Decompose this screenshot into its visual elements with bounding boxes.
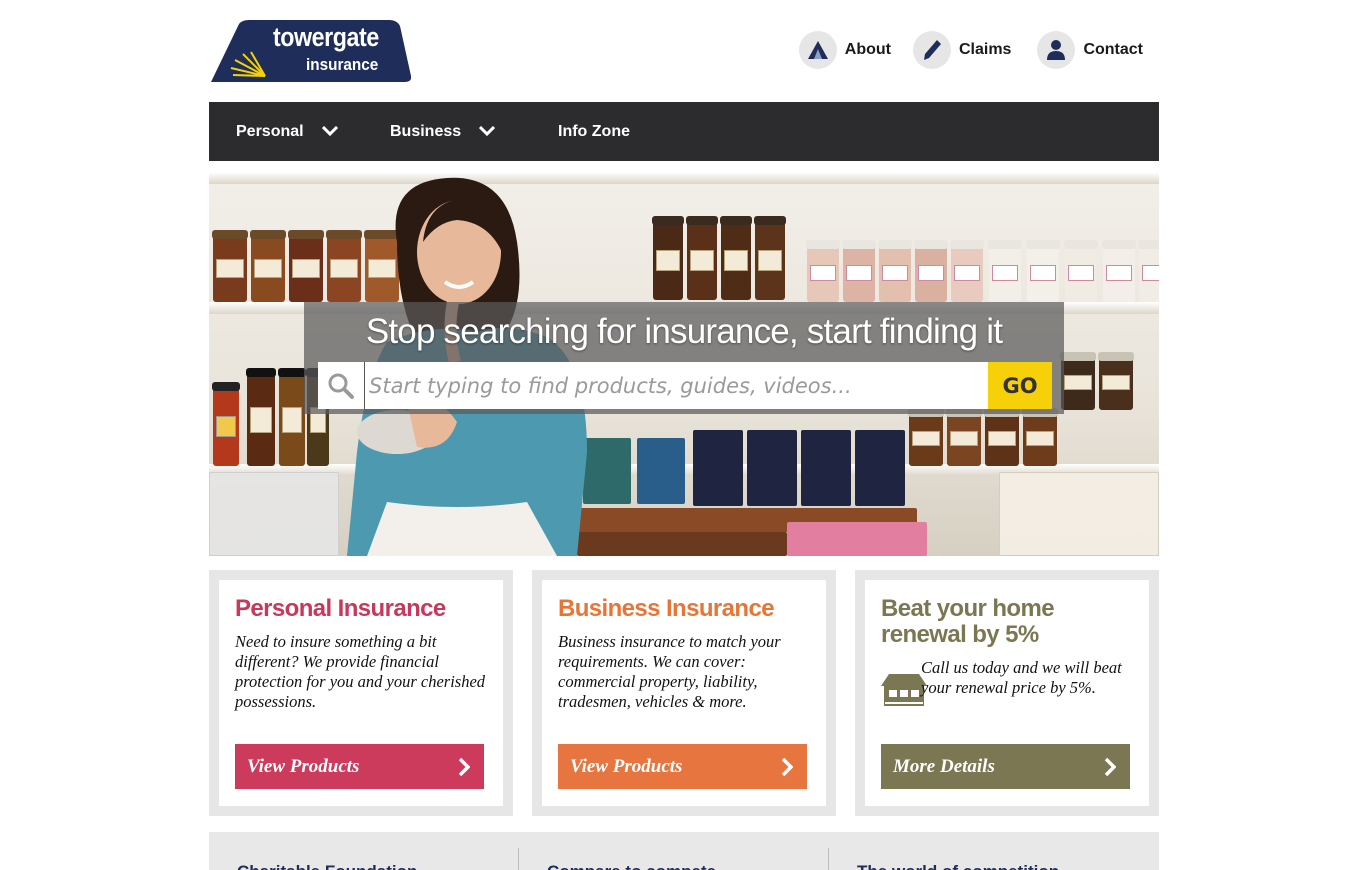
towergate-logo[interactable]: towergate insurance <box>209 18 412 84</box>
card-title: Beat your home renewal by 5% <box>881 595 1055 648</box>
nav-personal[interactable]: Personal <box>236 123 338 141</box>
claims-label: Claims <box>958 41 1012 58</box>
sail-icon <box>798 31 837 69</box>
card-title: Business Insurance <box>558 595 775 622</box>
nav-personal-label: Personal <box>236 122 304 140</box>
business-insurance-card: Business Insurance Business insurance to… <box>532 570 836 816</box>
about-link[interactable]: About <box>798 28 891 72</box>
logo-wordmark: towergate <box>273 22 379 52</box>
chevron-right-icon <box>458 757 471 783</box>
main-nav: Personal Business Info Zone <box>209 102 1159 161</box>
chevron-down-icon <box>321 123 338 141</box>
site-header: towergate insurance About Claims Contact <box>209 0 1159 102</box>
chevron-right-icon <box>781 757 794 783</box>
contact-link[interactable]: Contact <box>1037 28 1143 72</box>
page-container: towergate insurance About Claims Contact… <box>209 0 1159 870</box>
search-icon <box>318 362 364 409</box>
bottom-link-3[interactable]: The world of competition <box>857 862 1059 870</box>
chevron-right-icon <box>1104 757 1117 783</box>
nav-business[interactable]: Business <box>390 122 496 141</box>
promo-cards: Personal Insurance Need to insure someth… <box>209 570 1159 816</box>
button-label: View Products <box>570 755 683 777</box>
pen-icon <box>912 31 951 69</box>
contact-label: Contact <box>1083 41 1143 58</box>
more-details-button[interactable]: More Details <box>881 744 1130 789</box>
chevron-down-icon <box>479 123 496 141</box>
person-icon <box>1037 31 1076 69</box>
card-title: Personal Insurance <box>235 595 446 622</box>
card-text: Call us today and we will beat your rene… <box>921 658 1122 697</box>
divider <box>518 848 519 870</box>
personal-insurance-card: Personal Insurance Need to insure someth… <box>209 570 513 816</box>
view-products-button[interactable]: View Products <box>558 744 807 789</box>
nav-info-zone[interactable]: Info Zone <box>558 123 630 141</box>
divider <box>828 848 829 870</box>
card-text: Need to insure something a bit different… <box>235 632 486 711</box>
nav-info-zone-label: Info Zone <box>558 122 630 140</box>
hero-banner: Stop searching for insurance, start find… <box>209 172 1159 556</box>
home-renewal-card: Beat your home renewal by 5% Call us tod… <box>855 570 1159 816</box>
button-label: More Details <box>893 755 995 777</box>
bottom-link-2[interactable]: Compare to compete <box>547 862 716 870</box>
button-label: View Products <box>247 755 360 777</box>
hero-search-panel: Stop searching for insurance, start find… <box>304 302 1064 414</box>
search-input[interactable] <box>364 362 988 409</box>
search-box <box>318 362 988 409</box>
bottom-links-strip: Charitable Foundation Compare to compete… <box>209 832 1159 870</box>
claims-link[interactable]: Claims <box>912 28 1012 72</box>
nav-business-label: Business <box>390 122 462 140</box>
view-products-button[interactable]: View Products <box>235 744 484 789</box>
go-button[interactable]: GO <box>988 362 1052 409</box>
hero-title: Stop searching for insurance, start find… <box>365 312 1003 351</box>
about-label: About <box>844 41 891 58</box>
card-text: Business insurance to match your require… <box>558 632 781 711</box>
utility-links: About Claims Contact <box>798 28 1159 72</box>
bottom-link-1[interactable]: Charitable Foundation <box>237 862 417 870</box>
logo-subtext: insurance <box>306 55 379 74</box>
